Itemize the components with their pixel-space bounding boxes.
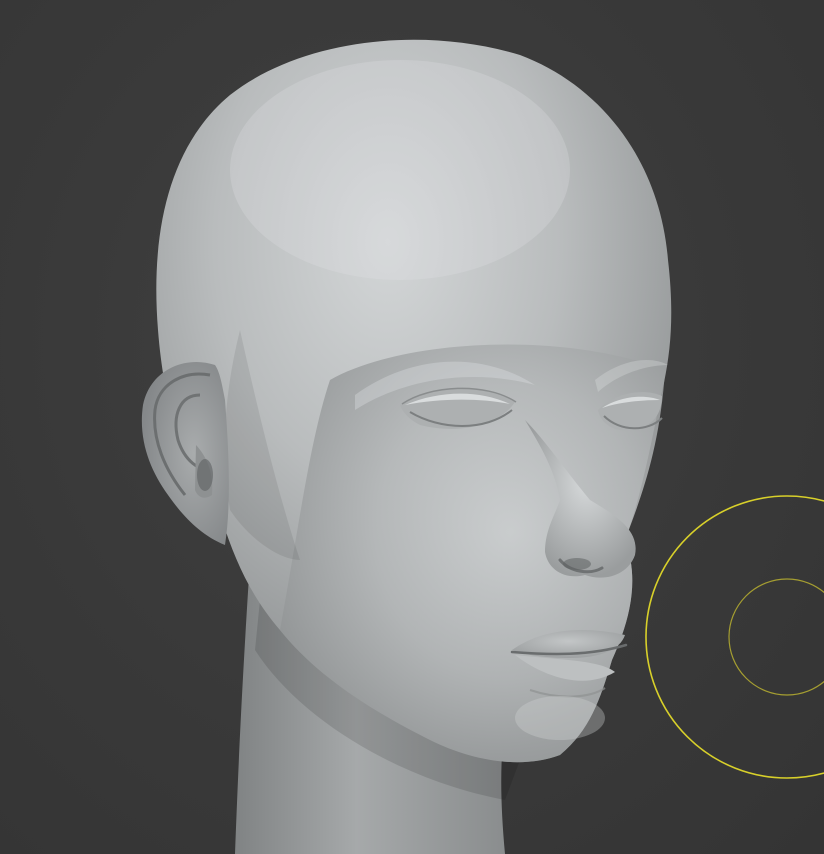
sculpt-head-model[interactable] [141,39,672,854]
sculpt-viewport[interactable] [0,0,824,854]
chin-highlight [515,696,605,740]
brush-radius-ring[interactable] [645,495,824,779]
brush-cursor[interactable] [645,495,824,779]
brush-strength-ring[interactable] [728,578,824,696]
head-highlight [230,60,570,280]
ear[interactable] [141,361,229,545]
viewport-canvas[interactable] [0,0,824,854]
